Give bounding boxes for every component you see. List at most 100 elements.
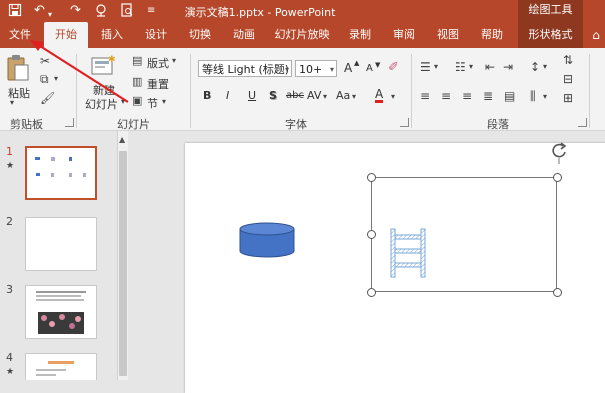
tab-insert[interactable]: 插入	[92, 22, 132, 48]
slide-thumbnail-1[interactable]	[25, 146, 97, 200]
font-color-dropdown-icon[interactable]: ▾	[391, 92, 395, 101]
resize-handle[interactable]	[367, 230, 376, 239]
rotate-handle-icon[interactable]	[549, 141, 569, 165]
line-spacing-dropdown-icon[interactable]: ▾	[543, 62, 547, 71]
increase-indent-icon[interactable]: ⇥	[503, 60, 513, 74]
slide-thumbnail-3[interactable]	[25, 285, 97, 339]
new-slide-icon[interactable]: ✱	[90, 54, 116, 78]
font-launcher-icon[interactable]	[400, 118, 409, 127]
tab-animations[interactable]: 动画	[224, 22, 264, 48]
chevron-down-icon: ▾	[284, 65, 289, 74]
animation-star-icon: ★	[6, 367, 15, 377]
italic-button[interactable]: I	[226, 89, 229, 102]
new-slide-dropdown-icon[interactable]: ▾	[121, 97, 125, 106]
ribbon: 粘贴 ▾ ✂ ⧉ ▾ 🖌 剪贴板 ✱ 新建 幻灯片 ▾ ▤ 版式 ▾ ▥ 重置 …	[0, 48, 605, 131]
grow-font-button[interactable]: A	[344, 61, 352, 75]
tab-view[interactable]: 视图	[428, 22, 468, 48]
resize-handle[interactable]	[367, 288, 376, 297]
smartart-icon[interactable]: ⊞	[563, 91, 573, 105]
text-direction-icon[interactable]: ⇅	[563, 53, 573, 67]
cut-icon[interactable]: ✂	[40, 54, 50, 68]
align-text-icon[interactable]: ⊟	[563, 72, 573, 86]
tab-home[interactable]: 开始	[44, 22, 88, 48]
ribbon-tabs: 文件 开始 插入 设计 切换 动画 幻灯片放映 录制 审阅 视图 帮助 形状格式…	[0, 22, 605, 48]
char-spacing-button[interactable]: AV	[307, 89, 321, 102]
share-icon[interactable]: ⌂	[588, 22, 604, 48]
char-spacing-dropdown-icon[interactable]: ▾	[323, 92, 327, 101]
font-group-label: 字体	[285, 118, 307, 131]
reset-icon[interactable]: ▥	[132, 75, 142, 88]
copy-icon[interactable]: ⧉	[40, 72, 49, 87]
paragraph-group-label: 段落	[487, 118, 509, 131]
line-spacing-icon[interactable]: ↕	[530, 60, 540, 74]
justify-icon[interactable]: ≣	[483, 89, 493, 103]
section-dropdown-icon[interactable]: ▾	[162, 97, 166, 106]
separator	[190, 54, 191, 128]
change-case-button[interactable]: Aa	[336, 89, 350, 102]
layout-dropdown-icon[interactable]: ▾	[172, 56, 176, 65]
paste-icon[interactable]	[6, 54, 30, 82]
numbering-icon[interactable]: ☷	[455, 60, 466, 74]
section-button[interactable]: 节	[147, 95, 158, 111]
columns-dropdown-icon[interactable]: ▾	[543, 92, 547, 101]
distributed-icon[interactable]: ▤	[504, 89, 515, 103]
numbering-dropdown-icon[interactable]: ▾	[469, 62, 473, 71]
grow-font-icon: ▲	[354, 59, 360, 67]
clipboard-group-label: 剪贴板	[10, 118, 43, 131]
bullets-dropdown-icon[interactable]: ▾	[434, 62, 438, 71]
tab-help[interactable]: 帮助	[472, 22, 512, 48]
tab-review[interactable]: 审阅	[384, 22, 424, 48]
shadow-button[interactable]: S	[269, 89, 277, 102]
strikethrough-button[interactable]: abc	[286, 90, 304, 101]
align-left-icon[interactable]: ≡	[420, 89, 430, 103]
cylinder-shape[interactable]	[238, 221, 296, 259]
paste-dropdown-icon[interactable]: ▾	[10, 98, 14, 107]
slide-number: 2	[6, 215, 13, 228]
slide-number: 4	[6, 351, 13, 364]
layout-button[interactable]: 版式	[147, 55, 169, 71]
font-color-button[interactable]: A	[375, 88, 384, 103]
resize-handle[interactable]	[553, 173, 562, 182]
paragraph-launcher-icon[interactable]	[578, 118, 587, 127]
format-painter-icon[interactable]: 🖌	[40, 91, 55, 105]
bold-button[interactable]: B	[203, 89, 211, 102]
font-size-combo[interactable]: 10+ ▾	[295, 60, 337, 77]
resize-handle[interactable]	[367, 173, 376, 182]
decrease-indent-icon[interactable]: ⇤	[485, 60, 495, 74]
tab-file[interactable]: 文件	[0, 22, 40, 48]
tab-shape-format[interactable]: 形状格式	[518, 22, 583, 48]
tab-design[interactable]: 设计	[136, 22, 176, 48]
scrollbar-thumb[interactable]	[119, 151, 127, 376]
slide-thumbnail-4[interactable]	[25, 353, 97, 380]
tab-record[interactable]: 录制	[340, 22, 380, 48]
slide-thumbnail-pane: 1 ★ 2 3 4 ★	[0, 131, 117, 380]
resize-handle[interactable]	[553, 288, 562, 297]
svg-text:✱: ✱	[108, 55, 116, 65]
separator	[589, 54, 590, 128]
tab-slideshow[interactable]: 幻灯片放映	[268, 22, 336, 48]
window-title: 演示文稿1.pptx - PowerPoint	[184, 6, 336, 19]
slide-thumbnail-2[interactable]	[25, 217, 97, 271]
layout-icon[interactable]: ▤	[132, 54, 142, 67]
slide-number: 3	[6, 283, 13, 296]
columns-icon[interactable]: ⫼	[530, 89, 536, 104]
ladder-icon[interactable]	[389, 227, 427, 279]
underline-button[interactable]: U	[248, 89, 256, 102]
shrink-font-button[interactable]: A	[366, 63, 373, 74]
font-name-combo[interactable]: 等线 Light (标题) ▾	[198, 60, 292, 77]
clear-formatting-icon[interactable]: ✐	[388, 60, 399, 75]
bullets-icon[interactable]: ☰	[420, 60, 431, 74]
reset-button[interactable]: 重置	[147, 76, 169, 92]
title-bar: ↶ ▾ ↷ ≡ 演示文稿1.pptx - PowerPoint 绘图工具	[0, 0, 605, 22]
copy-dropdown-icon[interactable]: ▾	[54, 74, 58, 83]
align-right-icon[interactable]: ≡	[462, 89, 472, 103]
change-case-dropdown-icon[interactable]: ▾	[352, 92, 356, 101]
tab-transitions[interactable]: 切换	[180, 22, 220, 48]
shrink-font-icon: ▼	[375, 61, 381, 69]
clipboard-launcher-icon[interactable]	[65, 118, 74, 127]
slide-canvas[interactable]	[185, 141, 605, 393]
section-icon[interactable]: ▣	[132, 94, 142, 107]
scroll-up-icon[interactable]: ▲	[119, 135, 125, 144]
align-center-icon[interactable]: ≡	[441, 89, 451, 103]
new-slide-label-2[interactable]: 幻灯片	[85, 96, 118, 112]
